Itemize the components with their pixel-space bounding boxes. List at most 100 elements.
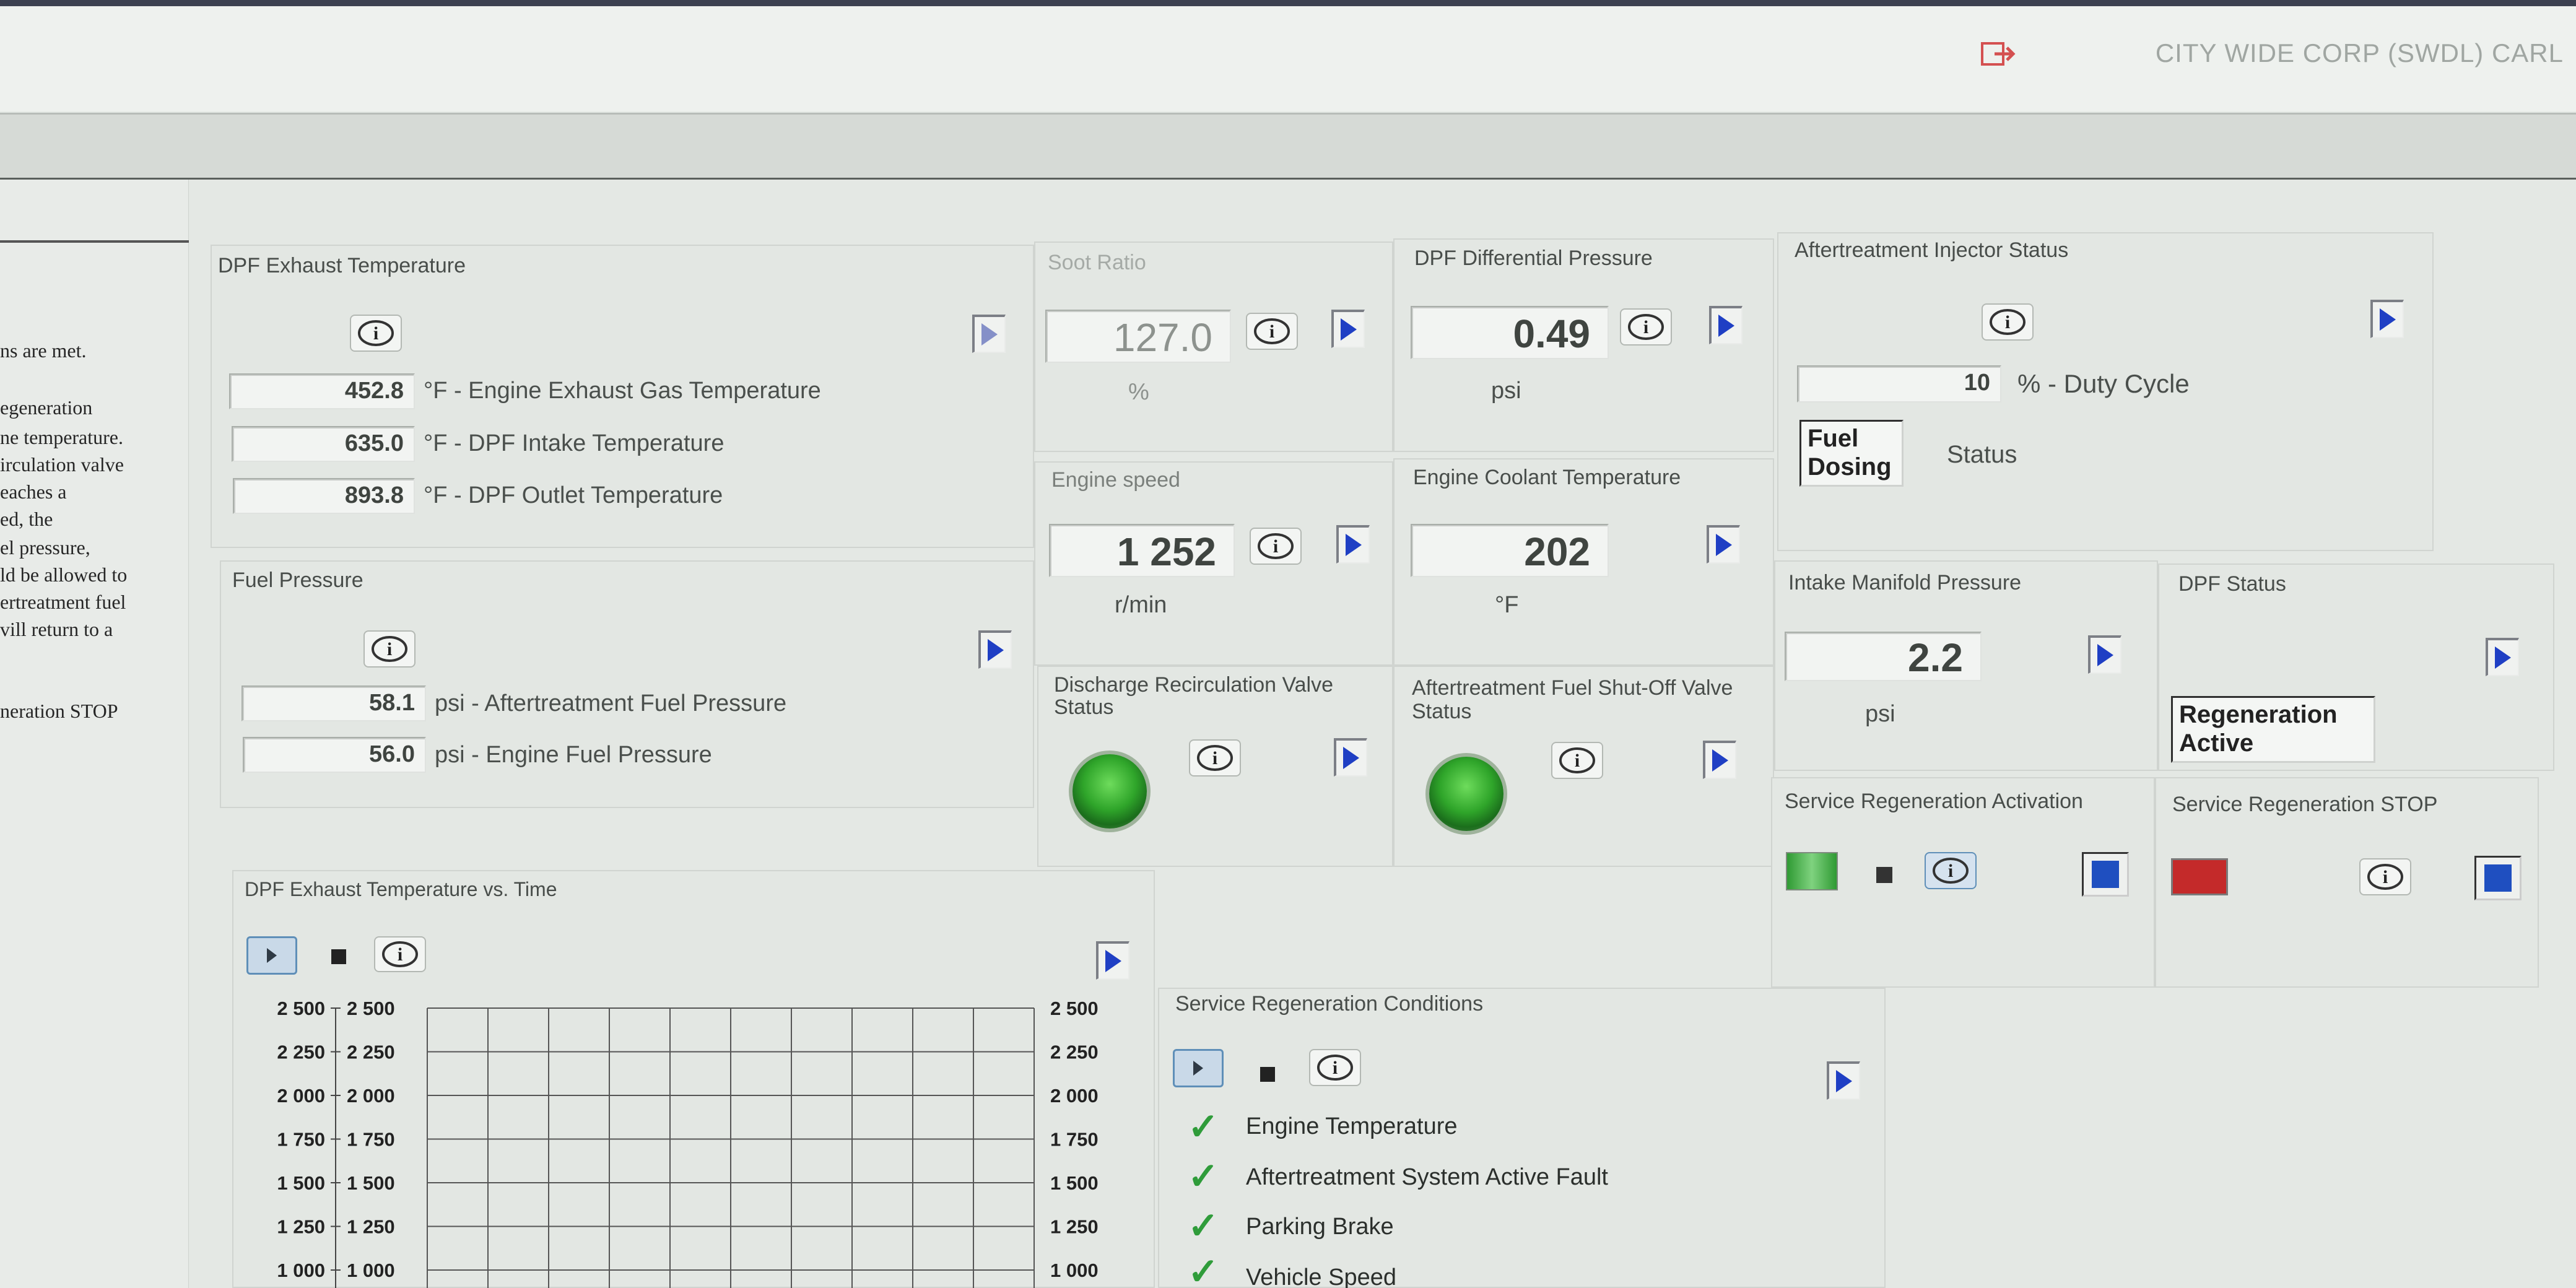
navigate-button[interactable] <box>1827 1061 1860 1100</box>
panel-title: Aftertreatment Injector Status <box>1795 238 2069 262</box>
svg-text:i: i <box>398 944 402 965</box>
engine-speed-value: 1 252 <box>1049 524 1235 577</box>
dpf-status-box: Regeneration Active <box>2171 696 2375 763</box>
instruction-line: ertreatment fuel <box>0 591 126 613</box>
panel-title: Intake Manifold Pressure <box>1788 571 2022 594</box>
instructions-divider <box>0 240 189 243</box>
info-button[interactable]: i <box>1189 739 1241 777</box>
engine-fuel-pressure-label: psi - Engine Fuel Pressure <box>435 742 712 768</box>
svg-text:i: i <box>1575 751 1580 771</box>
chart-y-tick-label: 1 750 <box>347 1129 395 1151</box>
toolbar <box>0 113 2576 180</box>
info-icon: i <box>2367 864 2403 890</box>
navigate-button[interactable] <box>2088 635 2121 674</box>
chart-y-tick-label: 2 500 <box>347 998 395 1019</box>
navigate-button[interactable] <box>1709 306 1743 344</box>
dpf-intake-temp-label: °F - DPF Intake Temperature <box>424 430 724 456</box>
chart-y-tick-label: 1 500 <box>277 1172 325 1194</box>
check-icon: ✓ <box>1188 1106 1219 1147</box>
info-button[interactable]: i <box>2359 858 2411 895</box>
navigate-button[interactable] <box>1331 310 1365 348</box>
navigate-button[interactable] <box>1336 525 1370 564</box>
info-button[interactable]: i <box>1925 852 1977 889</box>
info-button[interactable]: i <box>1250 528 1302 565</box>
chart-y-tick-label: 1 250 <box>1050 1216 1099 1238</box>
square-icon <box>2484 864 2512 892</box>
navigate-button[interactable] <box>1096 941 1129 980</box>
panel-title: Service Regeneration Activation <box>1785 790 2083 813</box>
panel-title: Service Regeneration Conditions <box>1175 992 1484 1016</box>
chart-y-tick-label: 1 750 <box>277 1129 325 1151</box>
intake-manifold-pressure-value: 2.2 <box>1785 632 1982 681</box>
engine-exhaust-gas-temp-value: 452.8 <box>229 373 415 409</box>
panel-title: Fuel Pressure <box>232 568 363 592</box>
play-button[interactable] <box>246 936 297 975</box>
window-top-edge <box>0 0 2576 6</box>
activation-indicator <box>1786 852 1838 890</box>
stop-square-icon <box>1876 867 1892 883</box>
navigate-button[interactable] <box>2486 638 2519 676</box>
chart-svg: 2 500 2 500 2 500 2 250 2 250 2 250 2 000 2 000… <box>277 998 1099 1288</box>
stop-button[interactable] <box>1248 1055 1287 1094</box>
dpf-outlet-temp-label: °F - DPF Outlet Temperature <box>424 482 723 508</box>
chart-y-tick-label: 1 000 <box>1050 1260 1099 1281</box>
info-icon: i <box>1254 318 1290 344</box>
check-icon: ✓ <box>1188 1205 1219 1247</box>
engine-speed-unit: r/min <box>1115 592 1167 618</box>
svg-text:i: i <box>1273 536 1278 557</box>
info-button[interactable]: i <box>1551 742 1603 779</box>
condition-label: Engine Temperature <box>1246 1113 1458 1139</box>
chart-y-tick-label: 2 250 <box>347 1042 395 1063</box>
info-icon: i <box>1990 309 2026 335</box>
injector-status-label: Status <box>1947 441 2017 468</box>
valve-status-led <box>1073 754 1147 829</box>
navigate-button[interactable] <box>1334 738 1367 777</box>
chart-y-tick-label: 2 500 <box>1050 998 1099 1019</box>
instruction-line: el pressure, <box>0 536 90 559</box>
chart-y-tick-label: 2 000 <box>277 1085 325 1107</box>
chart-y-tick-label: 2 250 <box>277 1042 325 1063</box>
info-icon: i <box>1559 747 1595 773</box>
play-button[interactable] <box>1173 1049 1224 1087</box>
navigate-button[interactable] <box>1703 741 1736 779</box>
logout-icon[interactable] <box>1981 41 2016 67</box>
chart-y-tick-label: 1 500 <box>1050 1172 1099 1194</box>
panel-title: Service Regeneration STOP <box>2172 793 2438 816</box>
navigate-button[interactable] <box>1707 525 1740 564</box>
info-button[interactable]: i <box>1246 313 1298 350</box>
valve-status-led <box>1429 757 1503 831</box>
info-button[interactable]: i <box>1309 1049 1361 1086</box>
navigate-button[interactable] <box>2370 300 2404 338</box>
navigate-button[interactable] <box>972 315 1006 353</box>
stop-button[interactable] <box>2474 856 2522 900</box>
info-icon: i <box>358 320 394 346</box>
panel-title: DPF Differential Pressure <box>1414 246 1653 270</box>
info-button[interactable]: i <box>374 936 426 972</box>
chart-title: DPF Exhaust Temperature vs. Time <box>245 878 557 900</box>
info-button[interactable]: i <box>1620 308 1672 346</box>
panel-title: DPF Exhaust Temperature <box>218 254 466 277</box>
dpf-outlet-temp-value: 893.8 <box>233 478 415 514</box>
activate-button[interactable] <box>2082 852 2129 897</box>
info-button[interactable]: i <box>1982 303 2034 341</box>
svg-text:i: i <box>1333 1058 1338 1078</box>
info-button[interactable]: i <box>350 315 402 352</box>
condition-label: Vehicle Speed <box>1246 1264 1396 1288</box>
check-icon: ✓ <box>1188 1155 1219 1197</box>
navigate-button[interactable] <box>978 630 1012 669</box>
dpf-differential-pressure-value: 0.49 <box>1411 306 1609 359</box>
svg-text:i: i <box>1269 321 1274 342</box>
check-icon: ✓ <box>1188 1251 1219 1288</box>
info-icon: i <box>372 636 407 662</box>
info-icon: i <box>1258 533 1294 559</box>
instruction-line: ed, the <box>0 508 53 530</box>
chart-y-tick-label: 1 250 <box>277 1216 325 1238</box>
stop-button[interactable] <box>320 938 358 976</box>
info-button[interactable]: i <box>363 630 416 668</box>
engine-exhaust-gas-temp-label: °F - Engine Exhaust Gas Temperature <box>424 378 821 404</box>
chart-y-tick-label: 1 000 <box>347 1260 395 1281</box>
soot-ratio-value: 127.0 <box>1045 310 1231 363</box>
svg-text:i: i <box>2005 312 2010 333</box>
instruction-line: vill return to a <box>0 618 113 640</box>
svg-text:i: i <box>373 323 378 344</box>
